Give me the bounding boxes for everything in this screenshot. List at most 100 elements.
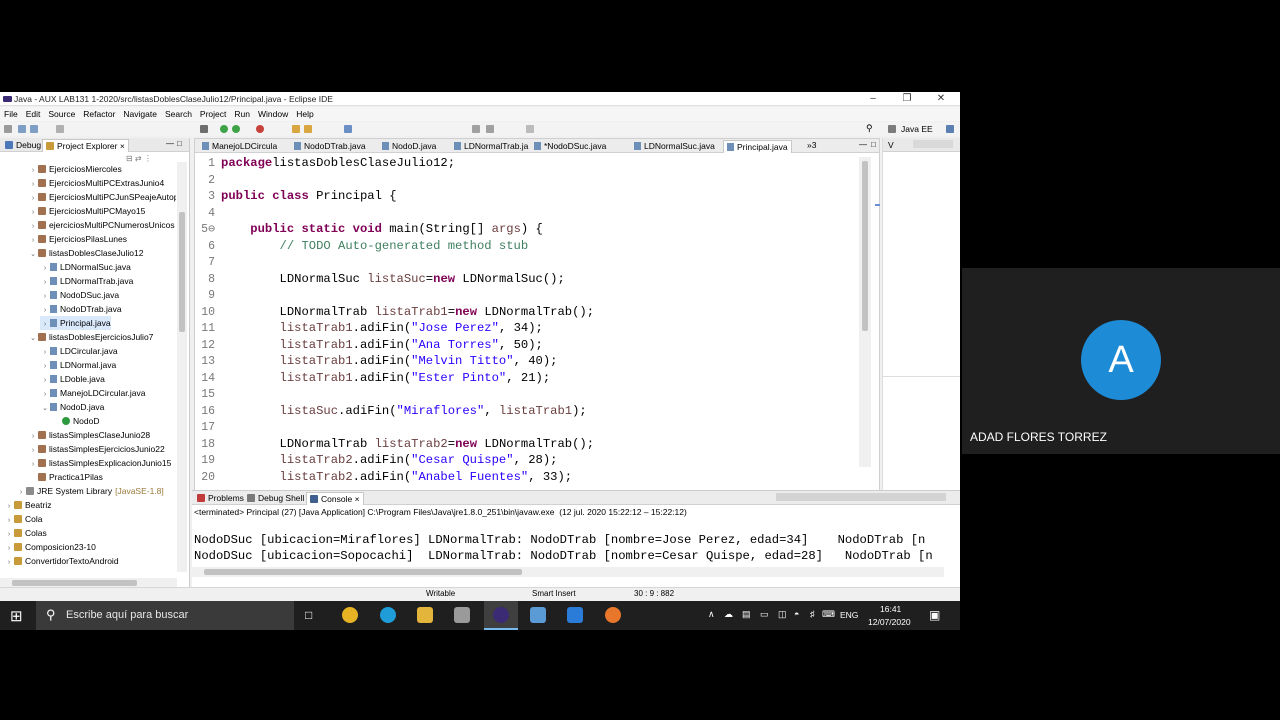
tree-item[interactable]: › ManejoLDCircular.java [40, 386, 146, 400]
code-line[interactable]: 1 packagelistasDoblesClaseJulio12; [195, 155, 455, 172]
menu-run[interactable]: Run [230, 107, 254, 119]
close-console-tab-icon[interactable]: × [355, 494, 360, 504]
menu-edit[interactable]: Edit [22, 107, 45, 119]
tree-item[interactable]: › NodoDTrab.java [40, 302, 122, 316]
tree-item[interactable]: NodoD [52, 414, 99, 428]
battery-icon[interactable]: ▭ [760, 609, 769, 620]
tab-problems[interactable]: Problems [194, 492, 247, 504]
restore-icon[interactable]: ❐ [890, 92, 924, 106]
print-icon[interactable] [56, 125, 64, 133]
menu-source[interactable]: Source [44, 107, 79, 119]
close-tab-icon[interactable]: × [120, 141, 125, 151]
code-line[interactable]: 4 [195, 205, 221, 222]
volume-icon[interactable]: ♯ [810, 609, 815, 619]
tree-item[interactable]: › ConvertidorTextoAndroid [4, 554, 119, 568]
app-cube-icon[interactable] [530, 607, 546, 623]
display-icon[interactable]: ◫ [778, 609, 787, 620]
maximize-editor-icon[interactable]: □ [871, 140, 876, 149]
code-line[interactable]: 16 listaSuc.adiFin("Miraflores", listaTr… [195, 403, 587, 420]
tree-item[interactable]: › LDNormalTrab.java [40, 274, 134, 288]
tab-console[interactable]: Console × [306, 492, 364, 505]
tab-debug[interactable]: Debug [2, 139, 44, 151]
back-icon[interactable] [472, 125, 480, 133]
tree-vertical-scrollbar[interactable] [177, 162, 187, 572]
tree-item[interactable]: › EjerciciosMultiPCExtrasJunio4 [28, 176, 164, 190]
save-all-icon[interactable] [30, 125, 38, 133]
language-indicator[interactable]: ENG [840, 610, 858, 620]
console-toolbar[interactable] [776, 493, 946, 501]
console-hscroll-thumb[interactable] [204, 569, 522, 575]
code-line[interactable]: 10 LDNormalTrab listaTrab1=new LDNormalT… [195, 304, 594, 321]
tree-item[interactable]: › EjerciciosMultiPCJunSPeajeAutop [28, 190, 176, 204]
tree-item[interactable]: › NodoDSuc.java [40, 288, 119, 302]
edge-icon[interactable] [380, 607, 396, 623]
firefox-icon[interactable] [605, 607, 621, 623]
code-line[interactable]: 20 listaTrab2.adiFin("Anabel Fuentes", 3… [195, 469, 572, 486]
code-line[interactable]: 3 public class Principal { [195, 188, 396, 205]
menu-help[interactable]: Help [292, 107, 317, 119]
code-line[interactable]: 8 LDNormalSuc listaSuc=new LDNormalSuc()… [195, 271, 565, 288]
clock-time[interactable]: 16:41 [880, 604, 901, 614]
tab-debug-shell[interactable]: Debug Shell [244, 492, 307, 504]
expanded-chevron-icon[interactable]: ⌄ [28, 332, 38, 346]
tree-item[interactable]: › Composicion23-10 [4, 540, 96, 554]
tree-item[interactable]: › LDNormalSuc.java [40, 260, 131, 274]
minimize-view-icon[interactable]: — [166, 139, 174, 148]
menu-search[interactable]: Search [161, 107, 196, 119]
tree-item[interactable]: ⌄ listasDoblesClaseJulio12 [28, 246, 143, 262]
tree-item[interactable]: › ejerciciosMultiPCNumerosUnicos [28, 218, 175, 232]
debug-perspective-icon[interactable] [946, 125, 954, 133]
editor-tab[interactable]: *NodoDSuc.java [531, 140, 609, 152]
menu-navigate[interactable]: Navigate [119, 107, 161, 119]
code-line[interactable]: 11 listaTrab1.adiFin("Jose Perez", 34); [195, 320, 543, 337]
collapsed-chevron-icon[interactable]: › [4, 556, 14, 570]
menu-window[interactable]: Window [254, 107, 292, 119]
minimize-icon[interactable]: – [856, 92, 890, 106]
keyboard-icon[interactable]: ⌨ [822, 609, 835, 620]
tree-item[interactable]: › EjerciciosMultiPCMayo15 [28, 204, 146, 218]
tray-chevron-icon[interactable]: ∧ [708, 609, 715, 620]
editor-tab[interactable]: LDNormalSuc.java [631, 140, 718, 152]
tree-item[interactable]: › Colas [4, 526, 47, 540]
tree-item[interactable]: › JRE System Library [JavaSE-1.8] [16, 484, 164, 498]
tree-item[interactable]: ⌄ NodoD.java [40, 400, 104, 414]
open-task-icon[interactable] [304, 125, 312, 133]
tree-item[interactable]: › listasSimplesClaseJunio28 [28, 428, 150, 442]
code-line[interactable]: 14 listaTrab1.adiFin("Ester Pinto", 21); [195, 370, 550, 387]
editor-tab[interactable]: Principal.java [723, 140, 792, 153]
eclipse-taskbar-button[interactable] [484, 601, 518, 630]
tree-scroll-thumb[interactable] [179, 212, 185, 332]
editor-tab[interactable]: NodoDTrab.java [291, 140, 369, 152]
tree-item[interactable]: › EjerciciosMiercoles [28, 162, 122, 176]
run-icon[interactable] [232, 125, 240, 133]
tree-item[interactable]: › Beatriz [4, 498, 52, 512]
open-type-icon[interactable] [292, 125, 300, 133]
file-explorer-icon[interactable] [417, 607, 433, 623]
tab-variables[interactable]: V [885, 139, 897, 151]
code-line[interactable]: 13 listaTrab1.adiFin("Melvin Titto", 40)… [195, 353, 557, 370]
debug-icon[interactable] [220, 125, 228, 133]
cloud-icon[interactable]: ☁ [724, 609, 733, 620]
expanded-chevron-icon[interactable]: ⌄ [28, 248, 38, 262]
tree-item[interactable]: Practica1Pilas [28, 470, 103, 484]
open-perspective-icon[interactable] [888, 125, 896, 133]
more-tabs-indicator[interactable]: »3 [807, 140, 816, 150]
clock-date[interactable]: 12/07/2020 [868, 617, 911, 627]
close-icon[interactable]: ✕ [924, 92, 958, 106]
editor-vertical-scrollbar[interactable] [859, 157, 871, 467]
tree-hscroll-thumb[interactable] [12, 580, 137, 586]
skip-breakpoints-icon[interactable] [200, 125, 208, 133]
new-icon[interactable] [4, 125, 12, 133]
search-toolbar-icon[interactable] [344, 125, 352, 133]
code-line[interactable]: 7 [195, 254, 221, 271]
network-icon[interactable]: ▤ [742, 609, 751, 620]
code-line[interactable]: 9 [195, 287, 221, 304]
taskbar-search-box[interactable]: ⚲ Escribe aquí para buscar [36, 601, 294, 630]
maximize-view-icon[interactable]: □ [177, 139, 182, 148]
notifications-icon[interactable]: ▣ [929, 608, 940, 622]
tree-item[interactable]: › LDNormal.java [40, 358, 116, 372]
code-line[interactable]: 17 [195, 419, 221, 436]
task-view-icon[interactable]: □ [305, 608, 312, 622]
tree-item[interactable]: ⌄ listasDoblesEjerciciosJulio7 [28, 330, 153, 344]
settings-gear-icon[interactable] [454, 607, 470, 623]
